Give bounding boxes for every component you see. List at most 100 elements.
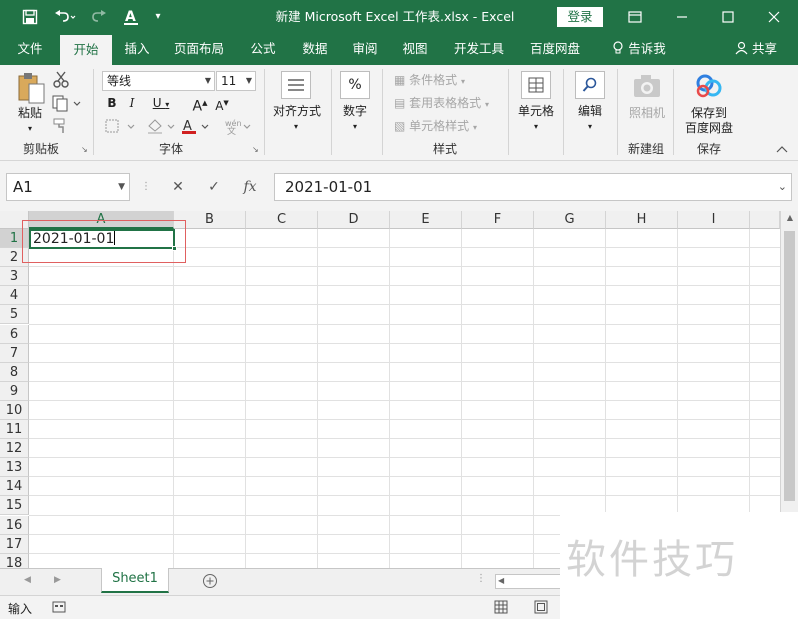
row-header[interactable]: 14 <box>0 477 29 497</box>
tab-developer[interactable]: 开发工具 <box>444 33 514 65</box>
tab-baidu-netdisk[interactable]: 百度网盘 <box>520 33 590 65</box>
cell-styles-button[interactable]: ▧ 单元格样式 ▾ <box>394 118 504 134</box>
underline-icon[interactable]: U ▾ <box>146 94 176 112</box>
scroll-left-icon[interactable]: ◀ <box>24 575 38 585</box>
undo-icon[interactable] <box>50 0 80 33</box>
row-header[interactable]: 10 <box>0 400 29 420</box>
font-name-field[interactable]: 等线 ▼ <box>102 71 215 91</box>
sheet-tab-sheet1[interactable]: Sheet1 <box>101 568 169 593</box>
redo-icon[interactable] <box>86 0 114 33</box>
cell-A1[interactable]: 2021-01-01 <box>29 229 175 249</box>
share-button[interactable]: 共享 <box>726 33 786 65</box>
camera-label[interactable]: 照相机 <box>624 105 670 121</box>
column-header[interactable]: C <box>246 211 318 229</box>
fill-color-icon[interactable] <box>146 117 180 135</box>
save-icon[interactable] <box>18 0 42 33</box>
paste-dropdown-icon[interactable]: ▾ <box>22 121 38 137</box>
copy-icon[interactable] <box>52 95 82 113</box>
percent-icon[interactable]: % <box>340 71 370 99</box>
split-handle-icon[interactable]: ⋮ <box>476 573 486 589</box>
enter-icon[interactable]: ✓ <box>200 173 228 201</box>
row-header[interactable]: 7 <box>0 343 29 363</box>
scroll-left-icon[interactable]: ◀ <box>498 576 504 585</box>
column-header[interactable]: F <box>462 211 534 229</box>
bold-icon[interactable]: B <box>104 94 120 112</box>
ribbon-display-icon[interactable] <box>613 0 657 33</box>
row-header[interactable]: 5 <box>0 305 29 325</box>
fill-handle[interactable] <box>172 246 177 251</box>
alignment-icon[interactable] <box>281 71 311 99</box>
tab-home[interactable]: 开始 <box>60 35 112 65</box>
customize-icon[interactable]: ▾ <box>150 0 166 33</box>
paste-icon[interactable] <box>16 71 46 105</box>
alignment-label[interactable]: 对齐方式 <box>266 103 328 119</box>
number-label[interactable]: 数字 <box>336 103 374 119</box>
format-as-table-button[interactable]: ▤ 套用表格格式 ▾ <box>394 95 504 111</box>
search-icon[interactable] <box>575 71 605 99</box>
row-header[interactable]: 13 <box>0 458 29 478</box>
chevron-down-icon[interactable]: ▾ <box>528 119 544 135</box>
column-header[interactable]: I <box>678 211 750 229</box>
scroll-thumb[interactable] <box>784 231 795 501</box>
collapse-ribbon-icon[interactable] <box>776 145 790 157</box>
horizontal-scrollbar[interactable]: ◀ <box>495 574 565 589</box>
add-sheet-icon[interactable] <box>202 573 218 589</box>
cut-icon[interactable] <box>52 71 72 89</box>
scroll-right-icon[interactable]: ▶ <box>54 575 68 585</box>
font-color-icon[interactable]: A <box>180 117 214 135</box>
minimize-icon[interactable] <box>660 0 704 33</box>
row-header[interactable]: 6 <box>0 324 29 344</box>
chevron-down-icon[interactable]: ▾ <box>582 119 598 135</box>
cells-label[interactable]: 单元格 <box>514 103 558 119</box>
decrease-font-icon[interactable]: A▼ <box>214 94 230 113</box>
row-header[interactable]: 17 <box>0 534 29 554</box>
tell-me-box[interactable]: 告诉我 <box>604 33 674 65</box>
border-icon[interactable] <box>104 117 138 135</box>
maximize-icon[interactable] <box>706 0 750 33</box>
close-icon[interactable] <box>752 0 796 33</box>
increase-font-icon[interactable]: A▲ <box>192 94 208 115</box>
chevron-down-icon[interactable]: ▾ <box>288 119 304 135</box>
column-header[interactable]: G <box>534 211 606 229</box>
baidu-netdisk-label[interactable]: 百度网盘 <box>680 120 738 136</box>
formula-input[interactable]: 2021-01-01 ⌄ <box>274 173 792 201</box>
camera-icon[interactable] <box>632 73 662 99</box>
tab-file[interactable]: 文件 <box>6 33 54 65</box>
row-header[interactable]: 3 <box>0 267 29 287</box>
page-layout-view-icon[interactable] <box>534 600 548 614</box>
tab-page-layout[interactable]: 页面布局 <box>166 33 232 65</box>
italic-icon[interactable]: I <box>124 94 140 112</box>
insert-function-icon[interactable]: fx <box>236 173 264 201</box>
tab-data[interactable]: 数据 <box>292 33 338 65</box>
column-header[interactable]: E <box>390 211 462 229</box>
row-header[interactable]: 9 <box>0 381 29 401</box>
tab-view[interactable]: 视图 <box>392 33 438 65</box>
macro-record-icon[interactable] <box>52 600 66 614</box>
conditional-format-button[interactable]: ▦ 条件格式 ▾ <box>394 72 504 88</box>
cells-icon[interactable] <box>521 71 551 99</box>
cancel-icon[interactable]: ✕ <box>164 173 192 201</box>
row-header[interactable]: 16 <box>0 515 29 535</box>
normal-view-icon[interactable] <box>494 600 508 614</box>
font-color-icon[interactable]: A <box>120 0 142 33</box>
name-box[interactable]: A1 ▼ <box>6 173 130 201</box>
font-launcher-icon[interactable]: ↘ <box>252 145 262 155</box>
clipboard-launcher-icon[interactable]: ↘ <box>81 145 91 155</box>
tab-review[interactable]: 审阅 <box>342 33 388 65</box>
phonetic-icon[interactable]: wén 文 <box>224 117 254 137</box>
editing-label[interactable]: 编辑 <box>570 103 610 119</box>
font-size-field[interactable]: 11 ▼ <box>216 71 256 91</box>
format-painter-icon[interactable] <box>52 117 72 135</box>
save-to-label[interactable]: 保存到 <box>680 105 738 121</box>
column-header[interactable] <box>750 211 780 229</box>
tab-formulas[interactable]: 公式 <box>240 33 286 65</box>
login-button[interactable]: 登录 <box>557 7 603 27</box>
scroll-up-icon[interactable]: ▲ <box>784 213 796 225</box>
column-header[interactable]: D <box>318 211 390 229</box>
tab-insert[interactable]: 插入 <box>114 33 160 65</box>
baidu-netdisk-icon[interactable] <box>694 73 724 99</box>
row-header[interactable]: 12 <box>0 439 29 459</box>
row-header[interactable]: 4 <box>0 286 29 306</box>
chevron-down-icon[interactable]: ▾ <box>347 119 363 135</box>
row-header[interactable]: 15 <box>0 496 29 516</box>
